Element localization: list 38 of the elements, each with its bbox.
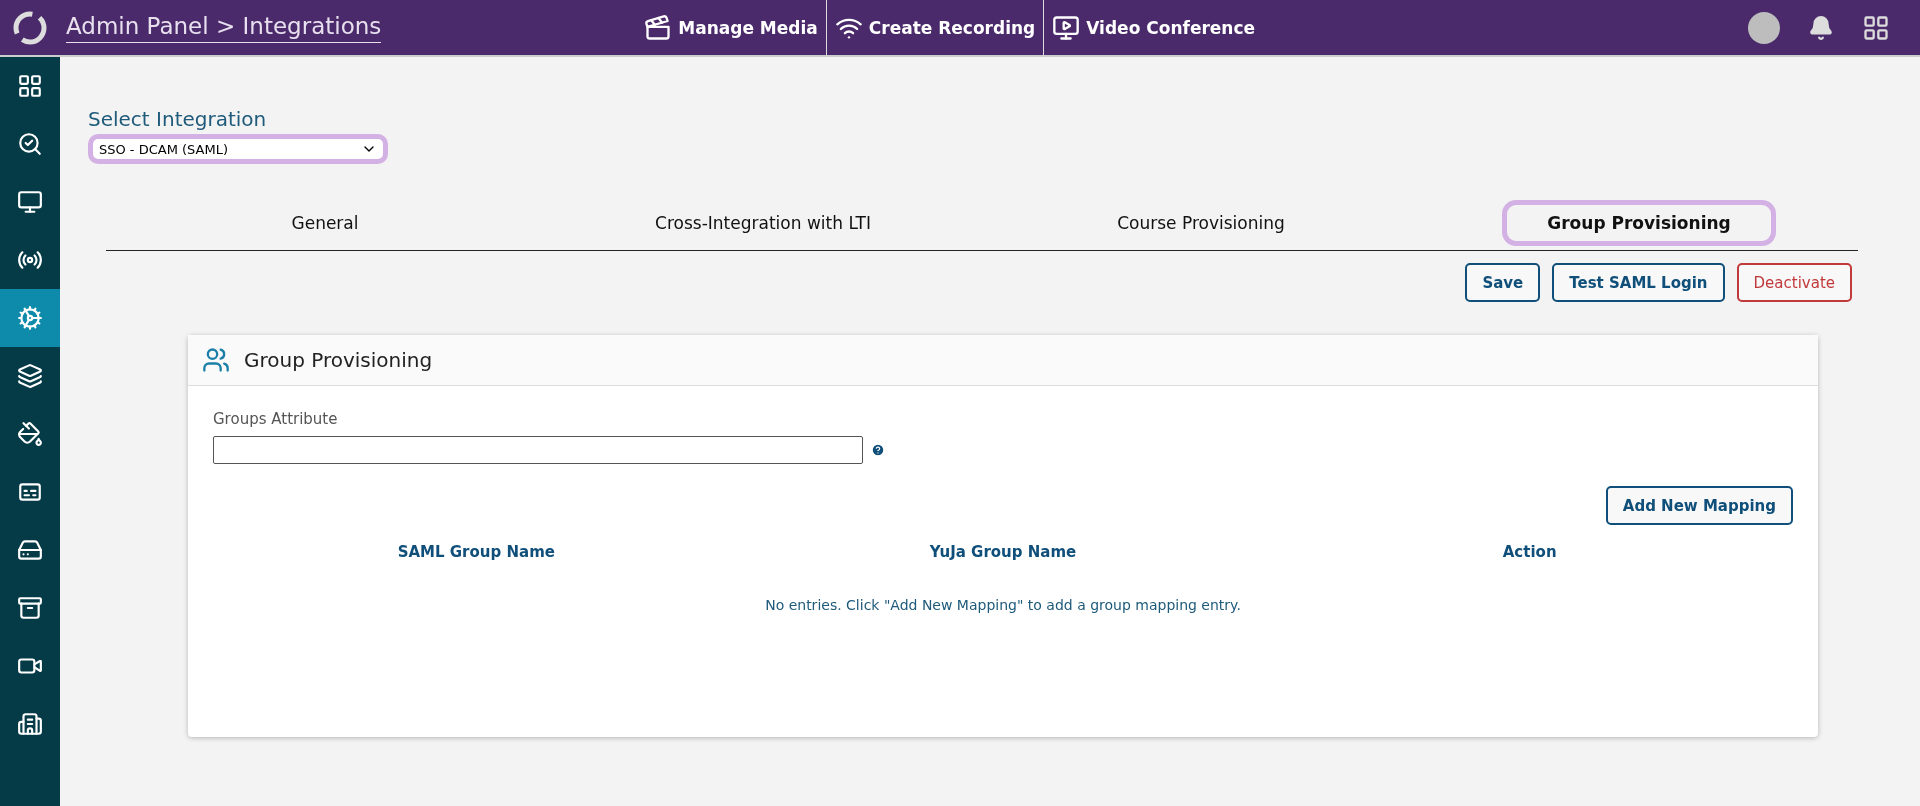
column-header: Action: [1501, 543, 1558, 561]
header-action-button[interactable]: Manage Media: [636, 0, 827, 56]
empty-message: No entries. Click "Add New Mapping" to add a group mapping entry.: [764, 597, 1242, 613]
layers-icon: [17, 363, 43, 389]
gear-icon: [17, 305, 43, 331]
input-field[interactable]: [213, 436, 863, 464]
drive-icon: [17, 537, 43, 563]
avatar[interactable]: [1748, 11, 1780, 44]
clapperboard-icon: [644, 13, 673, 42]
monitor-icon: [17, 189, 43, 215]
action-button[interactable]: Save: [1465, 263, 1541, 302]
select-label: Select Integration: [88, 107, 268, 131]
search-icon: [17, 131, 43, 157]
breadcrumb-link[interactable]: Admin Panel > Integrations: [66, 12, 382, 43]
monitor-icon: [1052, 13, 1081, 42]
tab[interactable]: Course Provisioning: [1072, 200, 1330, 246]
building-icon: [17, 711, 43, 737]
logo-icon[interactable]: [12, 9, 48, 46]
help-icon[interactable]: [871, 443, 885, 457]
header-action-button[interactable]: Video Conference: [1044, 0, 1264, 56]
card-title: Group Provisioning: [244, 348, 433, 372]
integration-select[interactable]: SSO - DCAM (SAML): [88, 134, 388, 164]
tab[interactable]: General: [246, 200, 404, 246]
add-mapping-button[interactable]: Add New Mapping: [1605, 486, 1793, 525]
column-header: YuJa Group Name: [928, 543, 1078, 561]
header-action-button[interactable]: Create Recording: [826, 0, 1045, 56]
field-label: Groups Attribute: [213, 410, 339, 428]
deactivate-button[interactable]: Deactivate: [1736, 263, 1852, 302]
users-icon: [202, 346, 230, 374]
apps-grid-icon[interactable]: [1862, 13, 1890, 42]
notification-bell-icon[interactable]: [1808, 14, 1834, 41]
grid-icon: [17, 73, 43, 99]
archive-box-icon: [17, 595, 43, 621]
paint-bucket-icon: [17, 421, 43, 447]
column-header: SAML Group Name: [396, 543, 556, 561]
action-button[interactable]: Test SAML Login: [1552, 263, 1725, 302]
tab[interactable]: Group Provisioning: [1502, 200, 1776, 246]
tab[interactable]: Cross-Integration with LTI: [610, 200, 916, 246]
